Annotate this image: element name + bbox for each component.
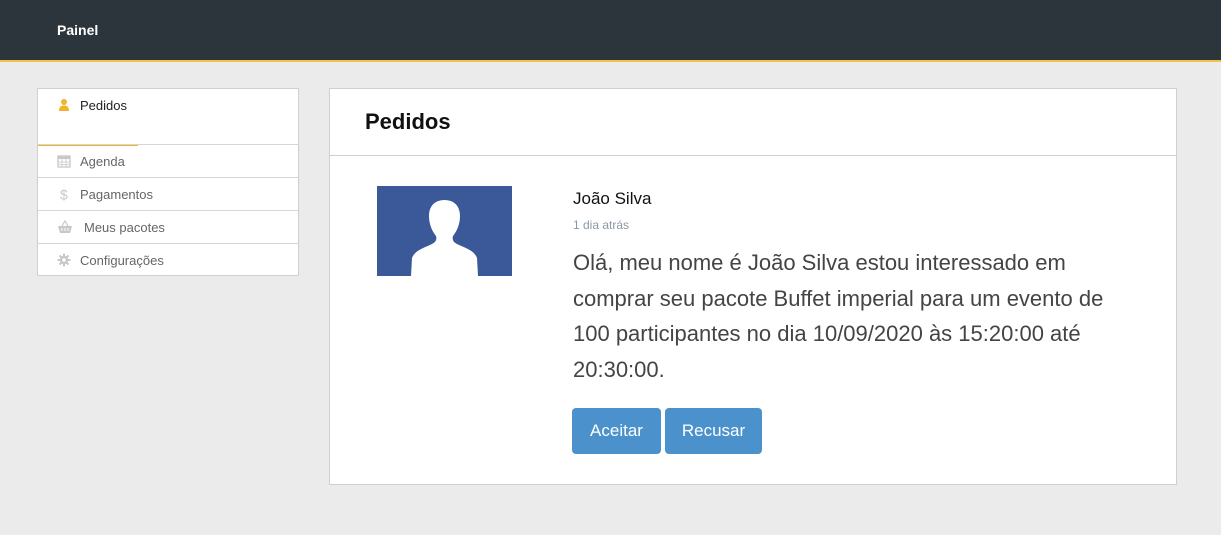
sidebar-item-pagamentos[interactable]: $ Pagamentos <box>38 177 298 210</box>
top-navbar: Painel <box>0 0 1221 62</box>
svg-text:$: $ <box>60 187 68 201</box>
user-icon <box>57 98 71 112</box>
calendar-icon <box>57 154 71 168</box>
sidebar-item-label: Pedidos <box>80 98 127 113</box>
request-message: Olá, meu nome é João Silva estou interes… <box>573 250 1104 382</box>
page-title: Pedidos <box>365 109 451 134</box>
accept-button[interactable]: Aceitar <box>572 408 661 454</box>
person-silhouette-icon <box>411 200 478 276</box>
sidebar-item-label: Configurações <box>80 252 164 268</box>
sidebar: Pedidos Agenda $ Pagamentos Meus pacotes… <box>37 88 299 276</box>
basket-icon <box>57 219 73 234</box>
requester-name: João Silva <box>573 189 652 208</box>
panel-header: Pedidos <box>330 89 1176 156</box>
brand-title[interactable]: Painel <box>57 22 98 38</box>
sidebar-item-label: Agenda <box>80 153 125 169</box>
avatar <box>377 186 512 276</box>
reject-button[interactable]: Recusar <box>665 408 762 454</box>
orders-panel: Pedidos João Silva 1 dia atrás Olá, meu … <box>329 88 1177 485</box>
sidebar-item-pedidos[interactable]: Pedidos <box>38 89 298 144</box>
sidebar-item-label: Pagamentos <box>80 186 153 202</box>
gear-icon <box>57 253 71 267</box>
sidebar-item-label: Meus pacotes <box>84 219 165 235</box>
sidebar-item-configuracoes[interactable]: Configurações <box>38 243 298 276</box>
sidebar-item-meus-pacotes[interactable]: Meus pacotes <box>38 210 298 243</box>
dollar-icon: $ <box>57 187 71 203</box>
request-timestamp: 1 dia atrás <box>573 218 630 232</box>
sidebar-item-agenda[interactable]: Agenda <box>38 144 298 177</box>
